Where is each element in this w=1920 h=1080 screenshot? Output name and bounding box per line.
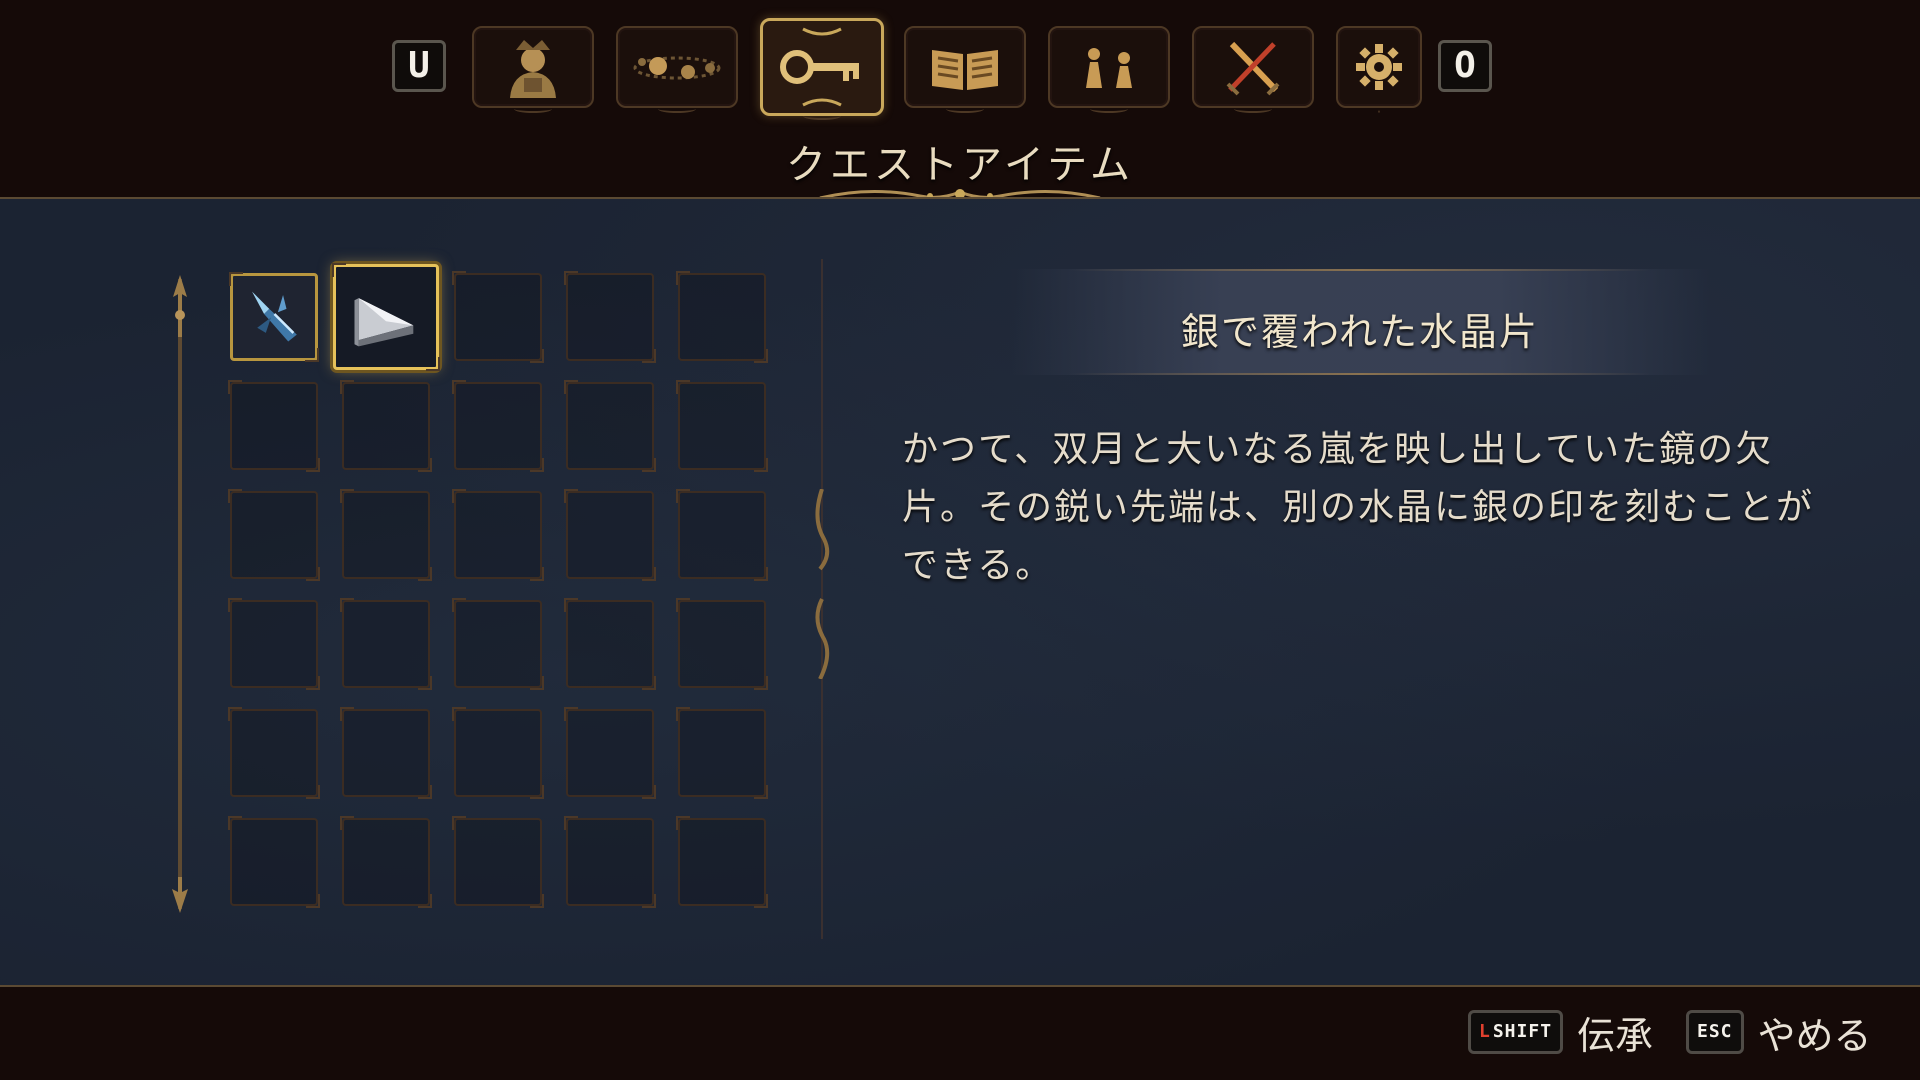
top-menu-bar: U O クエストアイテム xyxy=(0,0,1920,200)
shift-key-cap: L SHIFT xyxy=(1468,1010,1564,1054)
inventory-grid xyxy=(228,263,770,919)
inventory-slot[interactable] xyxy=(332,263,440,371)
item-name: 銀で覆われた水晶片 xyxy=(1180,310,1540,354)
inventory-slot[interactable] xyxy=(564,271,656,363)
cancel-label: やめる xyxy=(1757,1013,1872,1058)
character-bust-icon xyxy=(510,40,556,98)
inventory-slot[interactable] xyxy=(228,489,320,581)
inventory-slot[interactable] xyxy=(564,816,656,908)
inventory-slot[interactable] xyxy=(676,271,768,363)
cancel-hint[interactable]: ESC やめる xyxy=(1686,1009,1872,1058)
inventory-slot[interactable] xyxy=(452,380,544,472)
esc-key-cap: ESC xyxy=(1686,1010,1744,1054)
inventory-slot[interactable] xyxy=(564,489,656,581)
inventory-slot[interactable] xyxy=(228,380,320,472)
orbit-planets-icon xyxy=(633,56,721,80)
section-title: クエストアイテム xyxy=(786,142,1134,188)
item-description: かつて、双月と大いなる嵐を映し出していた鏡の欠片。その鋭い先端は、別の水晶に銀の… xyxy=(902,429,1815,586)
inventory-slot[interactable] xyxy=(676,816,768,908)
tab-equipment[interactable] xyxy=(1192,26,1314,113)
tab-settings[interactable] xyxy=(1336,26,1422,113)
inventory-slot[interactable] xyxy=(228,816,320,908)
lore-hint[interactable]: L SHIFT 伝承 xyxy=(1468,1009,1653,1058)
inventory-slot[interactable] xyxy=(676,489,768,581)
inventory-slot[interactable] xyxy=(229,272,319,362)
inventory-slot[interactable] xyxy=(340,707,432,799)
inventory-slot[interactable] xyxy=(452,598,544,690)
prev-tab-key[interactable]: U xyxy=(392,40,446,92)
inventory-slot[interactable] xyxy=(340,380,432,472)
menu-tabs: U O xyxy=(392,18,1492,122)
key-label: ESC xyxy=(1697,1021,1733,1042)
inventory-slot[interactable] xyxy=(564,380,656,472)
tab-character[interactable] xyxy=(472,26,594,113)
inventory-slot[interactable] xyxy=(452,271,544,363)
inventory-slot[interactable] xyxy=(564,598,656,690)
inventory-slot[interactable] xyxy=(676,380,768,472)
inventory-slot[interactable] xyxy=(564,707,656,799)
pawn-figures-icon xyxy=(1086,48,1132,88)
inventory-slot[interactable] xyxy=(340,489,432,581)
inventory-slot[interactable] xyxy=(228,707,320,799)
inventory-slot[interactable] xyxy=(676,598,768,690)
tab-party[interactable] xyxy=(1048,26,1170,113)
quest-items-panel: 銀で覆われた水晶片 かつて、双月と大いなる嵐を映し出していた鏡の欠片。その鋭い先… xyxy=(0,199,1920,985)
tab-lore-book[interactable] xyxy=(904,26,1026,113)
crystal-shard-icon xyxy=(251,291,297,342)
tab-quest-items[interactable] xyxy=(760,18,884,120)
crossed-swords-icon xyxy=(1226,41,1280,96)
tab-orbit[interactable] xyxy=(616,26,738,113)
inventory-slot[interactable] xyxy=(228,598,320,690)
inventory-slot[interactable] xyxy=(452,489,544,581)
lore-label: 伝承 xyxy=(1577,1013,1654,1058)
key-prefix: L xyxy=(1479,1021,1491,1042)
key-label: SHIFT xyxy=(1492,1021,1553,1042)
inventory-slot[interactable] xyxy=(452,816,544,908)
inventory-slot[interactable] xyxy=(452,707,544,799)
scroll-end-ornament-icon xyxy=(172,877,188,913)
inventory-slot[interactable] xyxy=(340,816,432,908)
inventory-slot[interactable] xyxy=(340,598,432,690)
scrollbar-thumb[interactable] xyxy=(167,275,193,345)
silver-crystal-fragment-icon xyxy=(354,298,414,347)
key-icon xyxy=(780,27,859,107)
footer-bar: L SHIFT 伝承 ESC やめる xyxy=(0,987,1920,1080)
inventory-slot[interactable] xyxy=(676,707,768,799)
divider-ornament-icon xyxy=(815,489,830,679)
gear-icon xyxy=(1356,44,1402,90)
open-book-icon xyxy=(932,50,998,90)
scrollbar-track[interactable] xyxy=(178,279,182,909)
item-name-banner: 銀で覆われた水晶片 xyxy=(1010,269,1710,375)
next-tab-key[interactable]: O xyxy=(1438,40,1492,92)
